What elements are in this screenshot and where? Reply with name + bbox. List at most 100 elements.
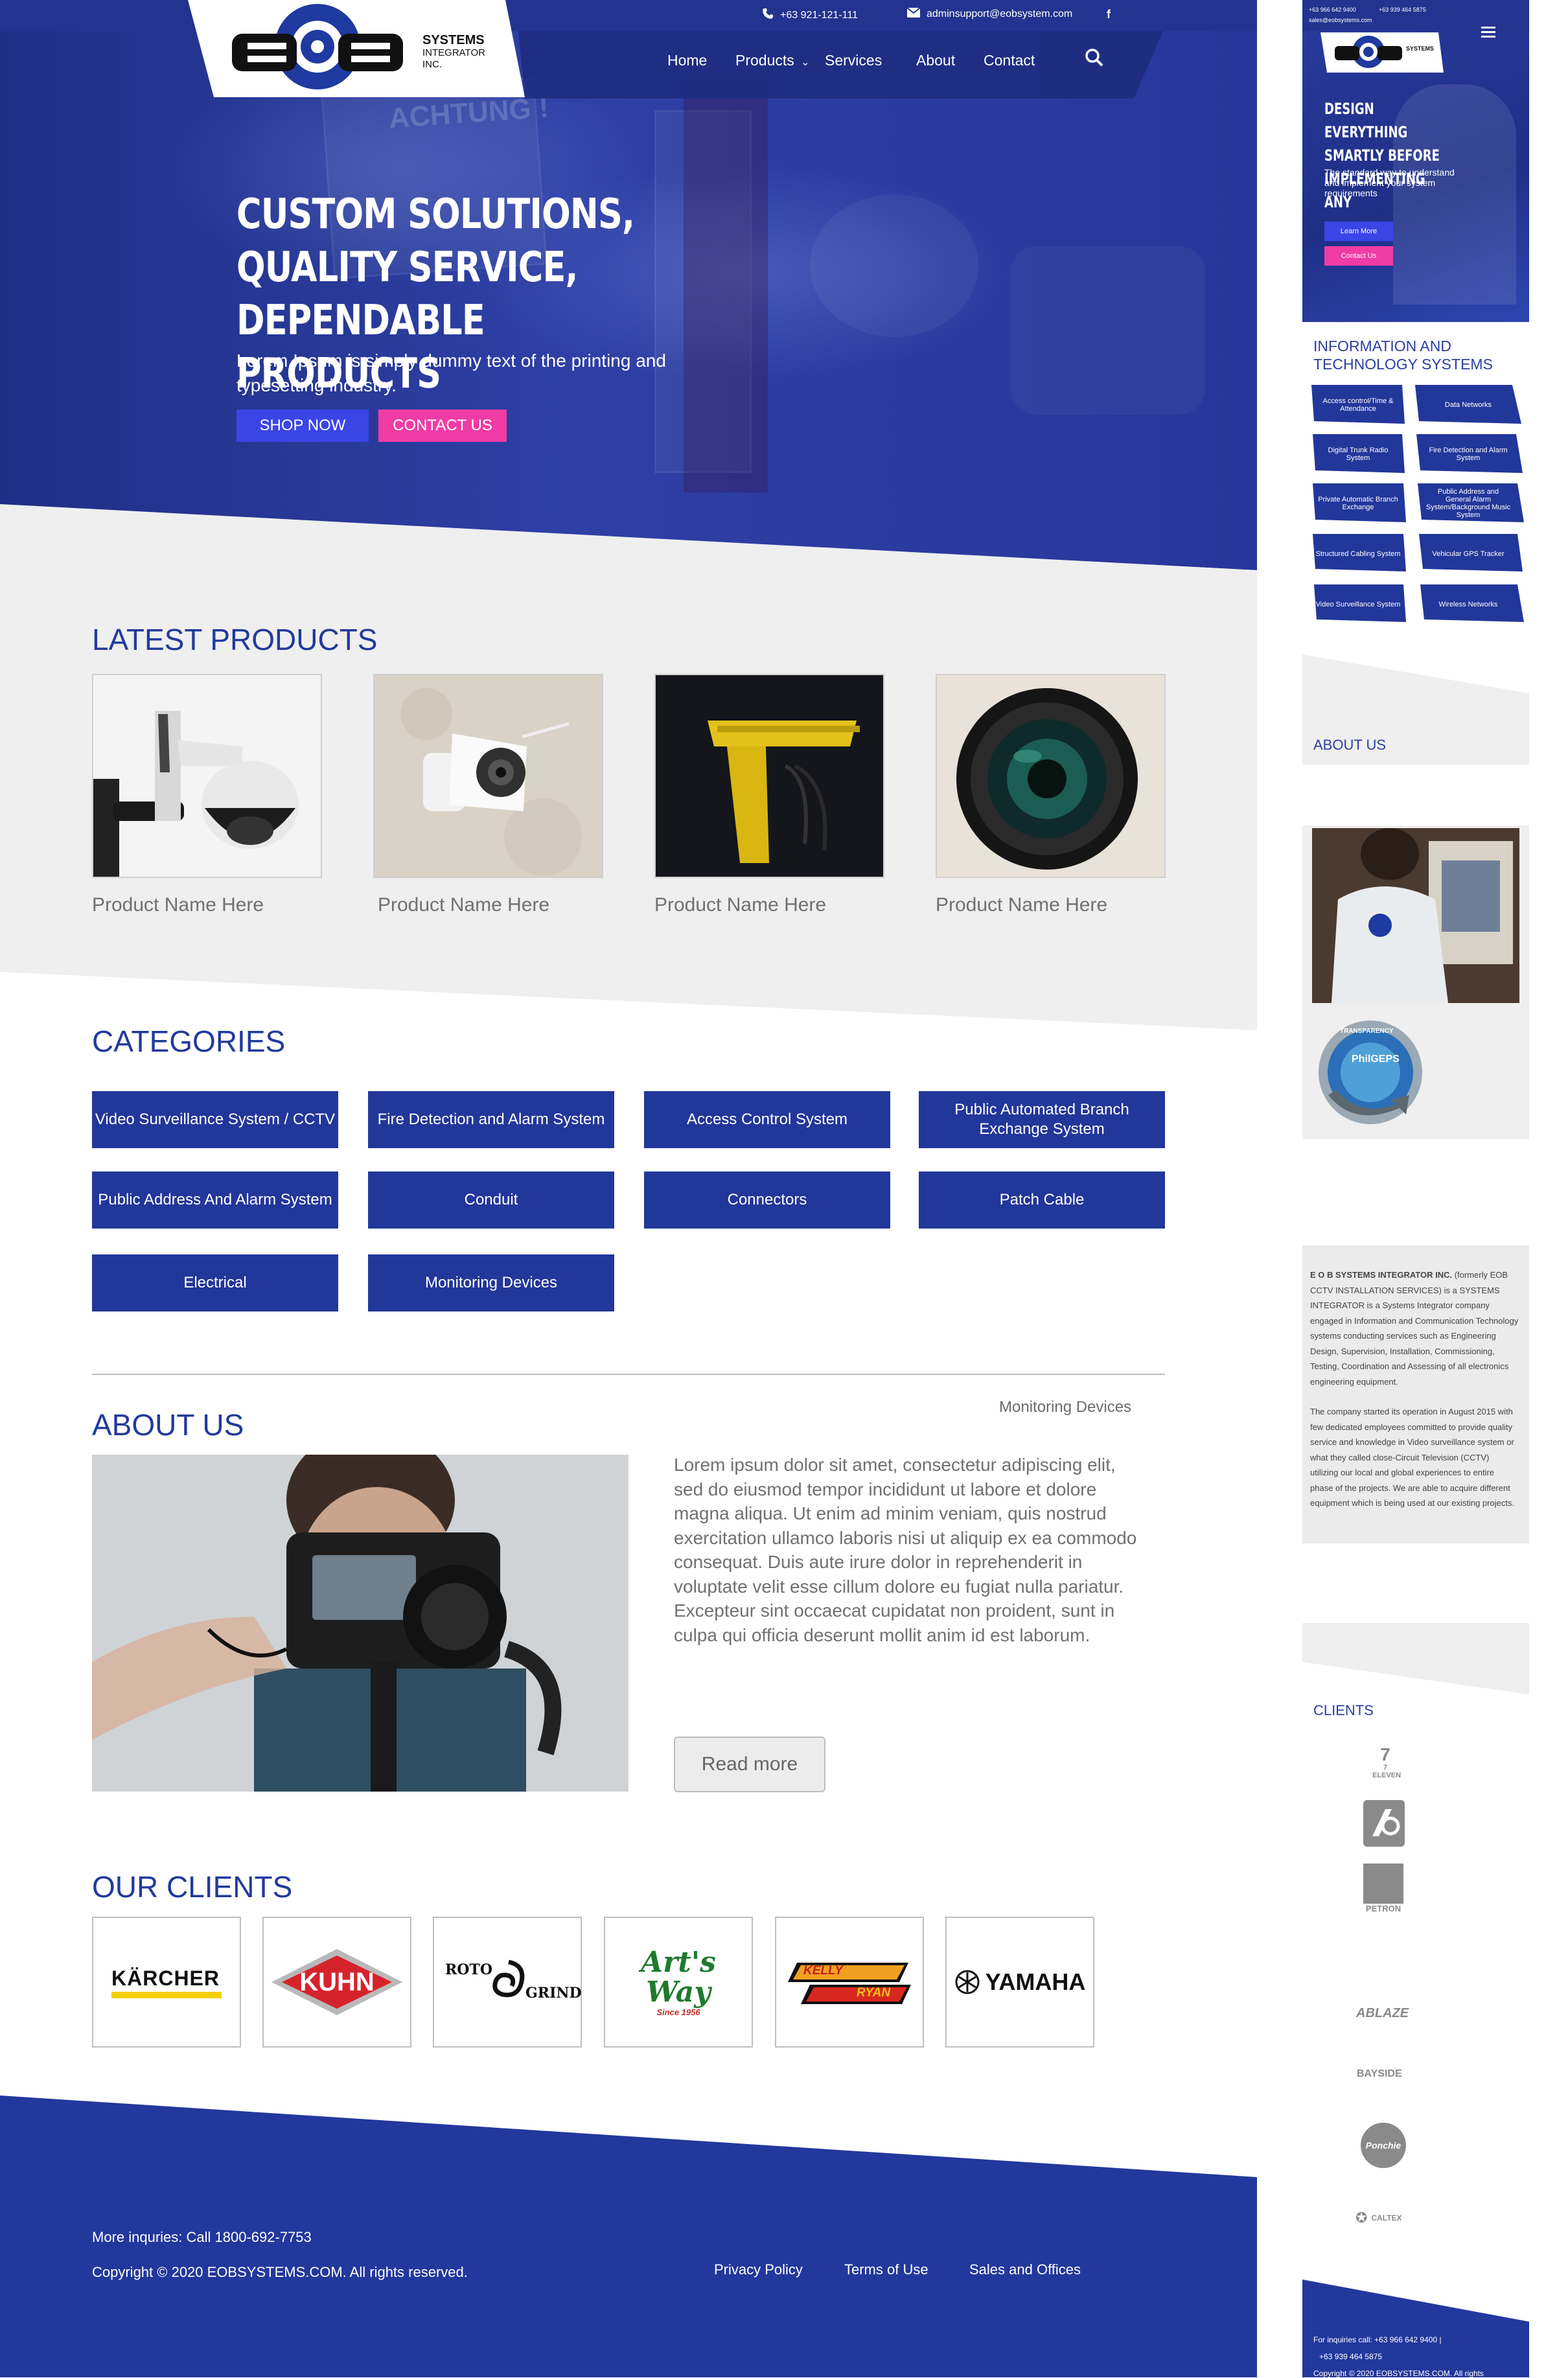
mobile-client-emblem[interactable]	[1363, 1800, 1405, 1847]
mobile-info-gps-tracker[interactable]: Vehicular GPS Tracker	[1425, 535, 1511, 573]
hamburger-menu-icon[interactable]	[1481, 26, 1495, 41]
mobile-client-emblem-icon	[1372, 1809, 1400, 1836]
mobile-info-fire-detection[interactable]: Fire Detection and Alarm System	[1425, 435, 1511, 473]
mobile-client-ponchie[interactable]: Ponchie	[1361, 2123, 1406, 2168]
mobile-phone1[interactable]: +63 966 642 9400	[1309, 6, 1356, 13]
kelly-logo-text: KELLY	[803, 1964, 843, 1978]
mobile-client-7eleven[interactable]: 7 7 ELEVEN	[1372, 1744, 1401, 1780]
caltex-star-icon: ✪	[1355, 2210, 1368, 2226]
mobile-footer-line1: For inquiries call: +63 966 642 9400 |	[1313, 2335, 1442, 2344]
mobile-logo-text: SYSTEMS	[1406, 45, 1435, 52]
mobile-info-pabx[interactable]: Private Automatic Branch Exchange	[1315, 485, 1401, 522]
latest-products-title: LATEST PRODUCTS	[92, 623, 378, 656]
category-electrical[interactable]: Electrical	[92, 1254, 338, 1311]
email-icon	[906, 7, 921, 21]
mobile-info-access-control[interactable]: Access control/Time & Attendance	[1315, 386, 1401, 424]
nav-home[interactable]: Home	[667, 52, 707, 69]
product-name[interactable]: Product Name Here	[378, 894, 549, 916]
category-patch-cable[interactable]: Patch Cable	[919, 1172, 1165, 1229]
footer-sales-link[interactable]: Sales and Offices	[969, 2261, 1081, 2278]
mobile-info-wireless-networks[interactable]: Wireless Networks	[1425, 586, 1511, 623]
footer-privacy-link[interactable]: Privacy Policy	[714, 2261, 803, 2278]
mobile-client-caltex[interactable]: ✪ CALTEX	[1355, 2210, 1402, 2226]
read-more-button[interactable]: Read more	[674, 1737, 825, 1792]
footer-terms-link[interactable]: Terms of Use	[844, 2261, 928, 2278]
mobile-about-photo	[1312, 828, 1519, 1003]
mobile-client-bayside[interactable]: BAYSIDE	[1357, 2068, 1402, 2080]
category-public-address[interactable]: Public Address And Alarm System	[92, 1172, 338, 1229]
yamaha-tuning-fork-icon	[955, 1970, 980, 1994]
mobile-hero-subtitle: The standard way to understand and imple…	[1324, 167, 1455, 198]
mobile-client-petron[interactable]: PETRON	[1362, 1864, 1405, 1922]
category-connectors[interactable]: Connectors	[644, 1172, 890, 1229]
category-fire-detection[interactable]: Fire Detection and Alarm System	[368, 1091, 614, 1148]
mobile-footer-line2: +63 939 464 5875	[1319, 2352, 1383, 2361]
client-logo-kuhn[interactable]: KUHN	[262, 1917, 411, 2048]
category-monitoring-devices[interactable]: Monitoring Devices	[368, 1254, 614, 1311]
logo-line2: INTEGRATOR	[422, 47, 485, 58]
mobile-info-structured-cabling[interactable]: Structured Cabling System	[1315, 535, 1401, 573]
mobile-client-petron-text: PETRON	[1365, 1904, 1401, 1913]
mobile-client-ablaze[interactable]: ABLAZE	[1356, 2006, 1409, 2021]
mobile-email[interactable]: sales@eobsystems.com	[1309, 17, 1372, 23]
top-phone[interactable]: +63 921-121-111	[762, 8, 858, 23]
product-name[interactable]: Product Name Here	[654, 894, 826, 916]
kuhn-logo-text: KUHN	[299, 1967, 375, 1996]
philgeps-badge-name: PhilGEPS	[1352, 1054, 1400, 1065]
product-card[interactable]	[936, 674, 1166, 878]
category-pabx[interactable]: Public Automated Branch Exchange System	[919, 1091, 1165, 1148]
client-logo-kellyryan[interactable]: KELLY RYAN	[775, 1917, 924, 2048]
search-icon[interactable]	[1085, 48, 1104, 71]
nav-services[interactable]: Services	[825, 52, 882, 69]
artsway-logo-tagline: Since 1956	[656, 2007, 700, 2017]
mobile-about-title: ABOUT US	[1313, 737, 1387, 753]
footer-inquiries: More inquries: Call 1800-692-7753	[92, 2229, 312, 2245]
mobile-contact-button[interactable]: Contact Us	[1324, 246, 1393, 266]
nav-about[interactable]: About	[916, 52, 955, 69]
mobile-logo[interactable]	[1320, 32, 1444, 73]
logo-line3: INC.	[422, 59, 442, 70]
client-logo-rotogrind[interactable]: ROTO GRIND	[433, 1917, 582, 2048]
nav-products-label: Products	[735, 52, 794, 69]
category-conduit[interactable]: Conduit	[368, 1172, 614, 1229]
mobile-info-video-surveillance[interactable]: Video Surveillance System	[1315, 586, 1401, 623]
mobile-info-title: INFORMATION AND TECHNOLOGY SYSTEMS	[1313, 337, 1493, 373]
shop-now-button[interactable]: SHOP NOW	[236, 410, 369, 442]
ptz-dome-camera-image	[93, 675, 321, 877]
nav-contact[interactable]: Contact	[984, 52, 1035, 69]
product-card[interactable]	[373, 674, 603, 878]
grind-logo-text: GRIND	[525, 1985, 582, 2002]
product-name[interactable]: Product Name Here	[936, 894, 1107, 916]
client-logo-yamaha[interactable]: YAMAHA	[945, 1917, 1094, 2048]
karcher-logo-text: KÄRCHER	[111, 1966, 220, 1990]
mobile-about-p2: The company started its operation in Aug…	[1310, 1407, 1515, 1508]
mobile-hero-title-line1: DESIGN EVERYTHING	[1324, 100, 1408, 141]
contact-us-button[interactable]: CONTACT US	[378, 410, 507, 442]
client-logo-karcher[interactable]: KÄRCHER	[92, 1917, 241, 2048]
mobile-info-digital-trunk[interactable]: Digital Trunk Radio System	[1315, 435, 1401, 473]
product-card[interactable]	[92, 674, 322, 878]
about-corner-label: Monitoring Devices	[999, 1398, 1132, 1416]
about-title: ABOUT US	[92, 1408, 244, 1442]
mobile-about-p1: (formerly EOB CCTV INSTALLATION SERVICES…	[1310, 1270, 1519, 1387]
client-logo-artsway[interactable]: Art's Way Since 1956	[604, 1917, 753, 2048]
mobile-info-public-address[interactable]: Public Address and General Alarm System/…	[1425, 485, 1511, 522]
seven-eleven-icon: 7	[1380, 1744, 1390, 1764]
karcher-logo-bar	[111, 1991, 222, 1998]
ryan-logo-text: RYAN	[857, 1986, 891, 2000]
mobile-clients-title: CLIENTS	[1313, 1702, 1374, 1718]
nav-products[interactable]: Products ⌄	[735, 52, 810, 69]
product-name[interactable]: Product Name Here	[92, 894, 264, 916]
category-access-control[interactable]: Access Control System	[644, 1091, 890, 1148]
product-card[interactable]	[654, 674, 884, 878]
category-video-surveillance[interactable]: Video Surveillance System / CCTV	[92, 1091, 338, 1148]
hero-subtitle: Lorem Ipsum is simply dummy text of the …	[236, 351, 666, 395]
top-email[interactable]: adminsupport@eobsystem.com	[906, 7, 1072, 21]
phone-icon	[762, 8, 774, 23]
mobile-info-data-networks[interactable]: Data Networks	[1425, 386, 1511, 424]
mobile-info-title-line1: INFORMATION AND	[1313, 338, 1451, 354]
facebook-icon[interactable]: f	[1107, 8, 1111, 21]
mobile-learn-more-button[interactable]: Learn More	[1324, 222, 1393, 241]
mobile-phone2[interactable]: +63 939 464 5875	[1379, 6, 1426, 13]
about-body-text: Lorem ipsum dolor sit amet, consectetur …	[674, 1455, 1137, 1645]
